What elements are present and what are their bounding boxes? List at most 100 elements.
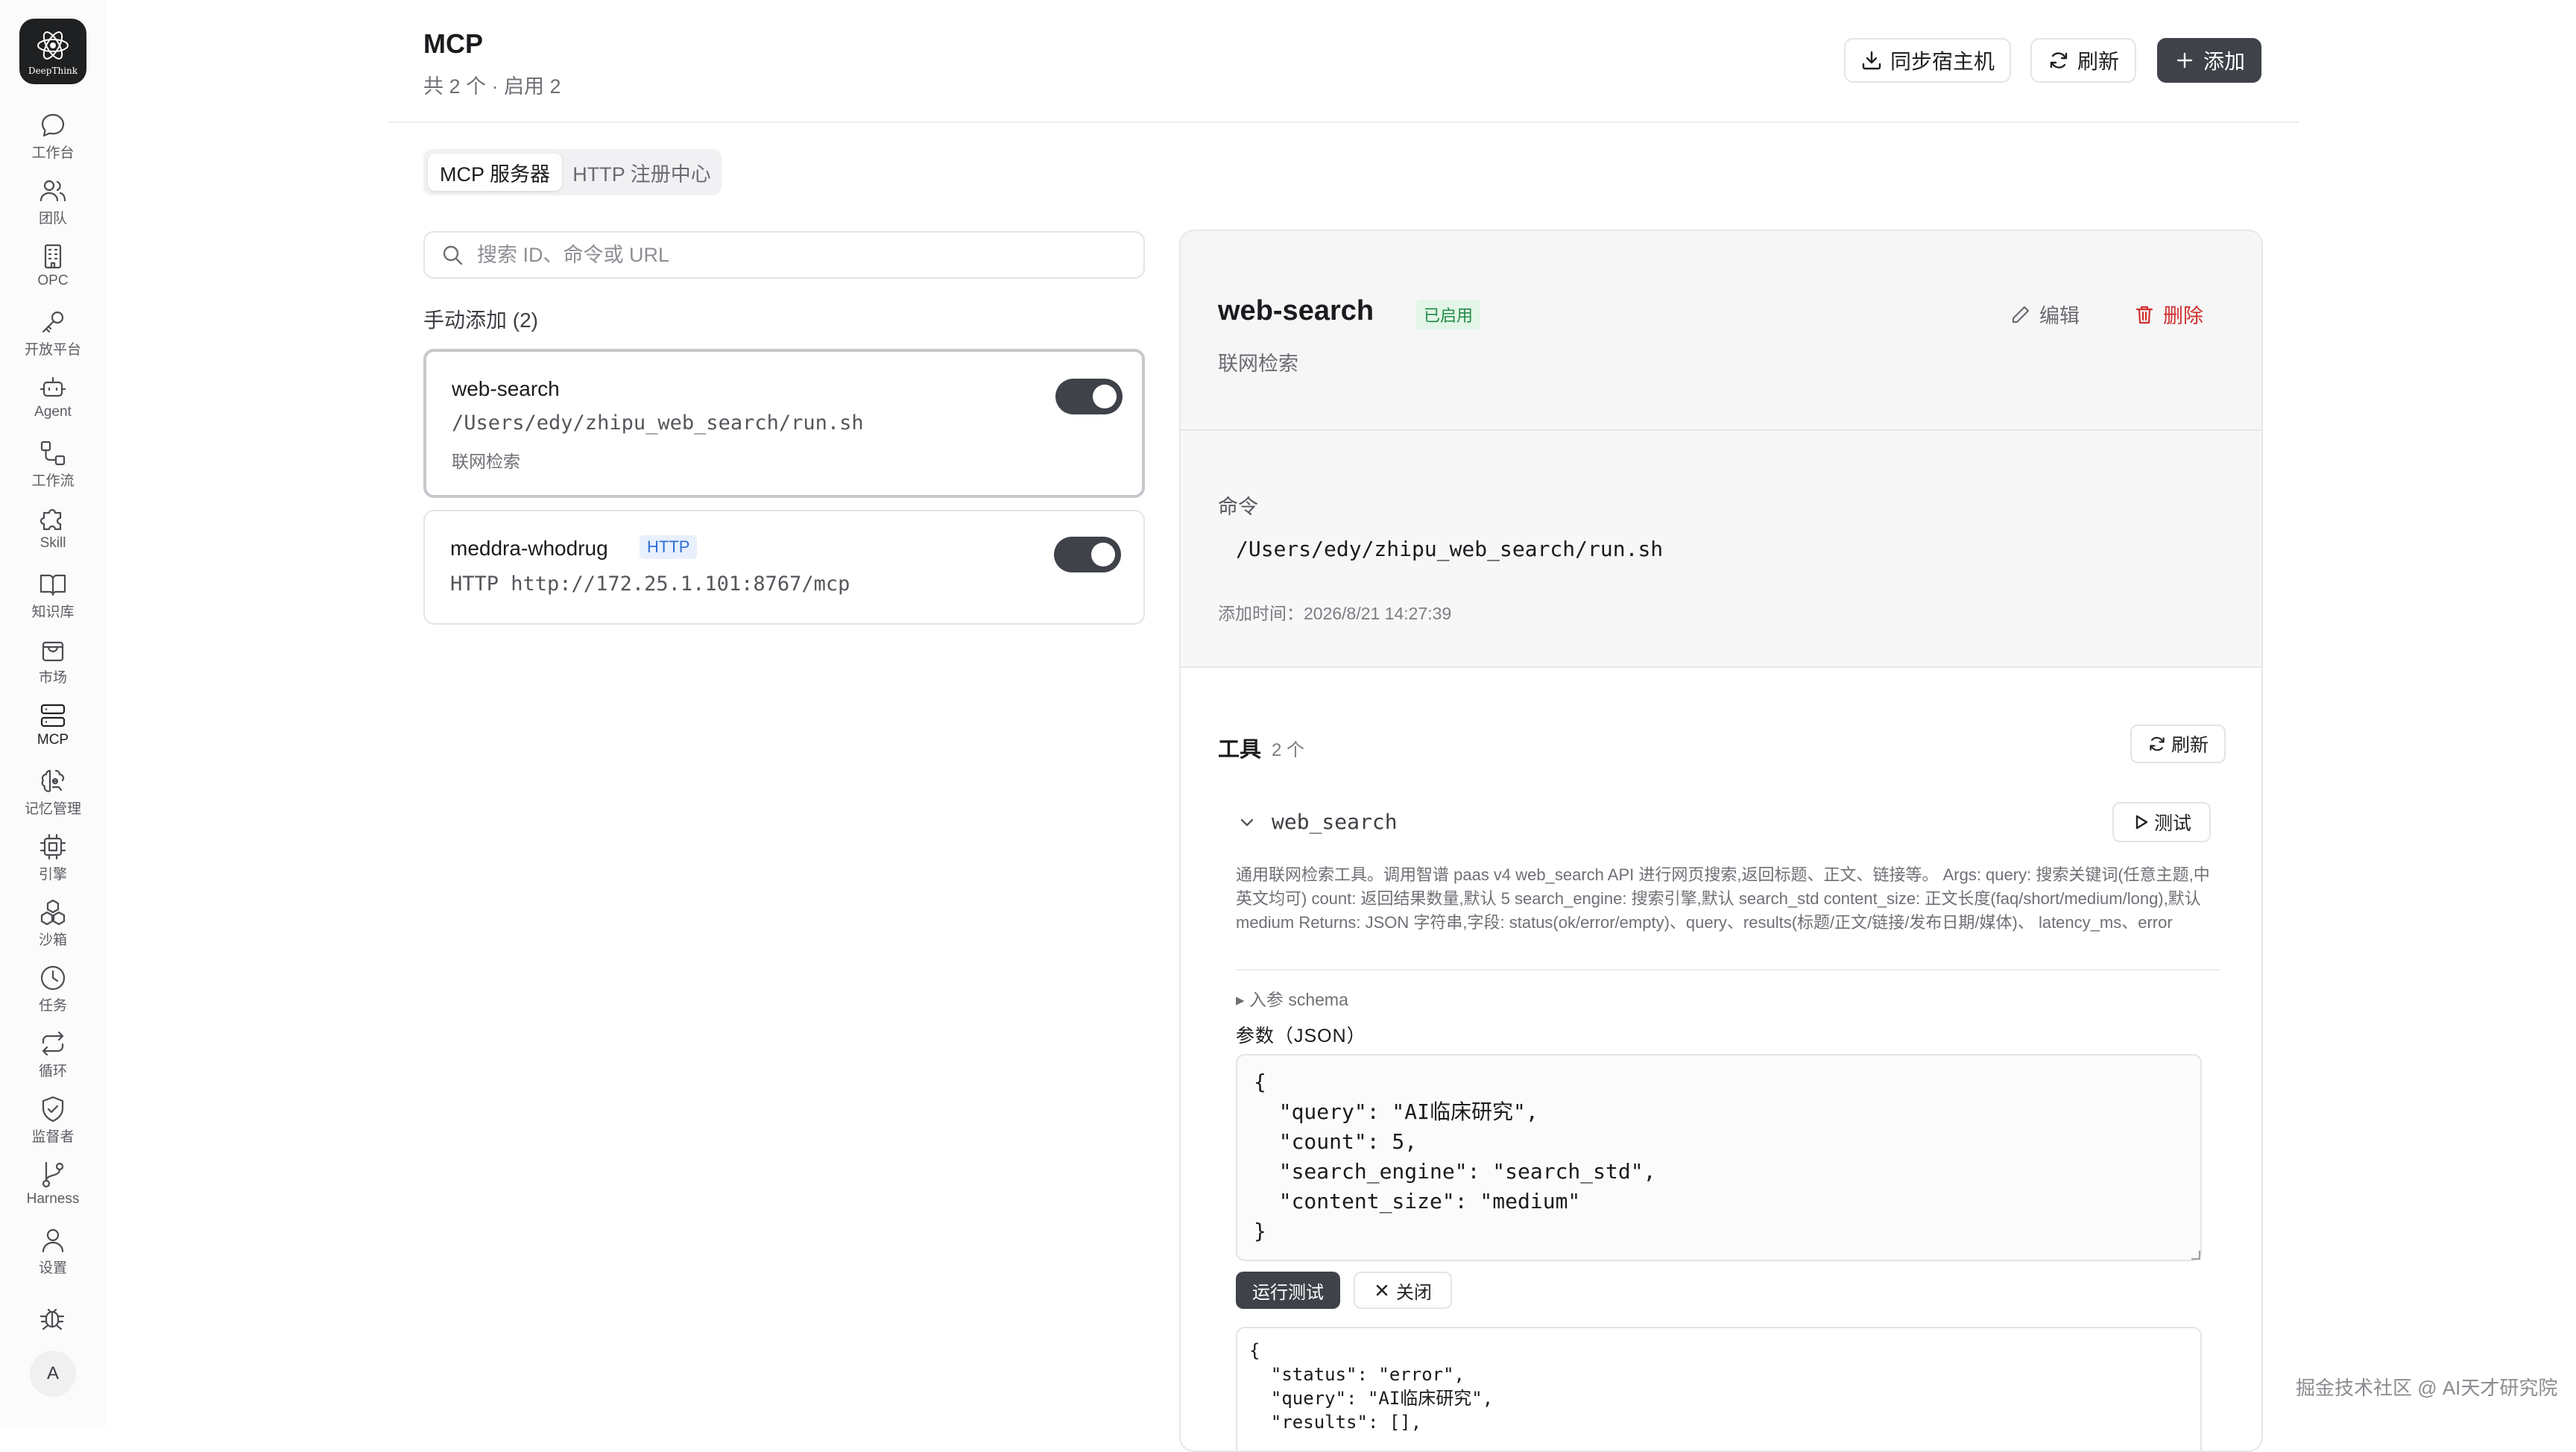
server-card-web-search[interactable]: web-search /Users/edy/zhipu_web_search/r… (423, 349, 1145, 498)
user-icon (42, 1228, 64, 1253)
sidebar-item-label: 设置 (38, 1260, 67, 1276)
add-button[interactable]: 添加 (2157, 38, 2261, 83)
server-enabled-toggle[interactable] (1055, 379, 1123, 414)
schema-toggle[interactable]: ▸ 入参 schema (1236, 985, 1348, 1011)
sidebar-item-label: 循环 (38, 1064, 67, 1079)
server-icon (40, 704, 66, 727)
atom-logo-icon (37, 31, 69, 60)
group-title: 手动添加 (2) (423, 309, 539, 332)
workflow-icon (40, 441, 66, 466)
tools-count: 2 个 (1272, 740, 1305, 760)
app-logo[interactable]: DeepThink (19, 19, 86, 84)
sidebar-item-loop[interactable]: 循环 (7, 1029, 98, 1085)
sidebar-item-label: 开放平台 (24, 342, 81, 358)
sidebar-item-supervisor[interactable]: 监督者 (7, 1094, 98, 1151)
refresh-icon (2050, 52, 2068, 69)
tab-bar: MCP 服务器 HTTP 注册中心 (423, 149, 722, 195)
server-enabled-toggle[interactable] (1054, 537, 1121, 572)
sidebar-item-open-platform[interactable]: 开放平台 (7, 307, 98, 364)
chat-bubble-icon (41, 113, 65, 137)
robot-icon (40, 376, 66, 397)
toggle-knob (1093, 385, 1117, 408)
shopping-bag-icon (42, 641, 64, 662)
edit-label: 编辑 (2039, 305, 2080, 327)
resize-handle[interactable] (2191, 1251, 2200, 1260)
users-icon (40, 180, 66, 202)
command-label: 命令 (1218, 496, 1258, 518)
sidebar-item-workbench[interactable]: 工作台 (7, 110, 98, 167)
plus-icon (2176, 52, 2193, 69)
sidebar-item-sandbox[interactable]: 沙箱 (7, 897, 98, 954)
tools-refresh-button[interactable]: 刷新 (2130, 725, 2226, 763)
sidebar-item-label: Harness (26, 1191, 80, 1207)
sidebar-item-label: MCP (37, 732, 69, 748)
edit-button[interactable]: 编辑 (2010, 300, 2080, 329)
sidebar-item-harness[interactable]: Harness (7, 1160, 98, 1216)
sidebar-item-tasks[interactable]: 任务 (7, 963, 98, 1020)
sidebar-item-mcp[interactable]: MCP (7, 701, 98, 757)
sidebar-item-team[interactable]: 团队 (7, 176, 98, 233)
params-label: 参数（JSON） (1236, 1026, 1366, 1047)
bug-icon[interactable] (37, 1303, 67, 1333)
sidebar-item-engine[interactable]: 引擎 (7, 832, 98, 888)
sidebar-item-market[interactable]: 市场 (7, 635, 98, 692)
boxes-icon (40, 899, 66, 926)
sidebar-item-agent[interactable]: Agent (7, 373, 98, 429)
close-icon (1376, 1284, 1388, 1296)
sidebar-item-workflow[interactable]: 工作流 (7, 438, 98, 495)
close-label: 关闭 (1396, 1282, 1432, 1303)
run-test-button[interactable]: 运行测试 (1236, 1272, 1340, 1309)
sidebar-item-label: 知识库 (31, 605, 75, 620)
divider (1236, 969, 2220, 970)
params-json-editor[interactable]: { "query": "AI临床研究", "count": 5, "search… (1236, 1054, 2202, 1261)
sidebar-item-memory[interactable]: 记忆管理 (7, 766, 98, 823)
tab-http-registry[interactable]: HTTP 注册中心 (565, 154, 719, 191)
header-divider (388, 121, 2299, 123)
avatar[interactable]: A (30, 1351, 76, 1397)
git-branch-icon (42, 1161, 64, 1188)
clock-icon (40, 965, 66, 991)
server-card-meddra-whodrug[interactable]: meddra-whodrug HTTP HTTP http://172.25.1… (423, 510, 1145, 625)
tools-label: 工具 (1218, 738, 1262, 762)
test-result-output: { "status": "error", "query": "AI临床研究", … (1236, 1327, 2202, 1451)
sidebar-item-label: 监督者 (31, 1129, 75, 1145)
tab-mcp-servers[interactable]: MCP 服务器 (428, 154, 562, 191)
play-icon (2135, 815, 2148, 830)
sidebar-item-label: 任务 (38, 998, 67, 1014)
refresh-label: 刷新 (2077, 50, 2119, 73)
add-label: 添加 (2203, 50, 2245, 73)
sidebar-item-knowledge-base[interactable]: 知识库 (7, 569, 98, 626)
page-subtitle: 共 2 个 · 启用 2 (423, 75, 561, 98)
trash-icon (2135, 306, 2153, 323)
server-command: HTTP http://172.25.1.101:8767/mcp (450, 572, 850, 596)
added-time: 添加时间：2026/8/21 14:27:39 (1218, 604, 1452, 623)
http-badge: HTTP (640, 535, 698, 559)
detail-server-name: web-search (1218, 295, 1374, 326)
sidebar-item-settings[interactable]: 设置 (7, 1225, 98, 1282)
chevron-down-icon[interactable] (1237, 812, 1257, 832)
command-section: 命令 /Users/edy/zhipu_web_search/run.sh 添加… (1181, 431, 2261, 668)
sidebar-item-label: Agent (34, 404, 72, 420)
sidebar-item-label: 市场 (38, 670, 67, 686)
sync-host-button[interactable]: 同步宿主机 (1844, 38, 2011, 83)
sidebar-item-skill[interactable]: Skill (7, 504, 98, 561)
command-value: /Users/edy/zhipu_web_search/run.sh (1236, 537, 1664, 561)
logo-text: DeepThink (28, 66, 78, 76)
delete-label: 删除 (2163, 305, 2203, 327)
pencil-icon (2012, 306, 2030, 323)
sidebar: DeepThink 工作台 团队 OPC 开放平台 Agent 工作流 Skil… (0, 0, 106, 1428)
sidebar-item-label: 沙箱 (38, 932, 67, 948)
refresh-button[interactable]: 刷新 (2030, 38, 2136, 83)
tool-name[interactable]: web_search (1272, 809, 1398, 834)
repeat-icon (42, 1031, 64, 1056)
detail-header: web-search 已启用 联网检索 编辑 删除 (1181, 231, 2261, 431)
refresh-icon (2150, 736, 2165, 751)
delete-button[interactable]: 删除 (2133, 300, 2203, 329)
close-button[interactable]: 关闭 (1354, 1272, 1452, 1309)
test-button[interactable]: 测试 (2112, 802, 2211, 842)
building-icon (44, 244, 62, 269)
search-input[interactable] (476, 242, 1120, 268)
puzzle-icon (40, 508, 62, 531)
brain-icon (41, 769, 65, 792)
sidebar-item-opc[interactable]: OPC (7, 242, 98, 298)
